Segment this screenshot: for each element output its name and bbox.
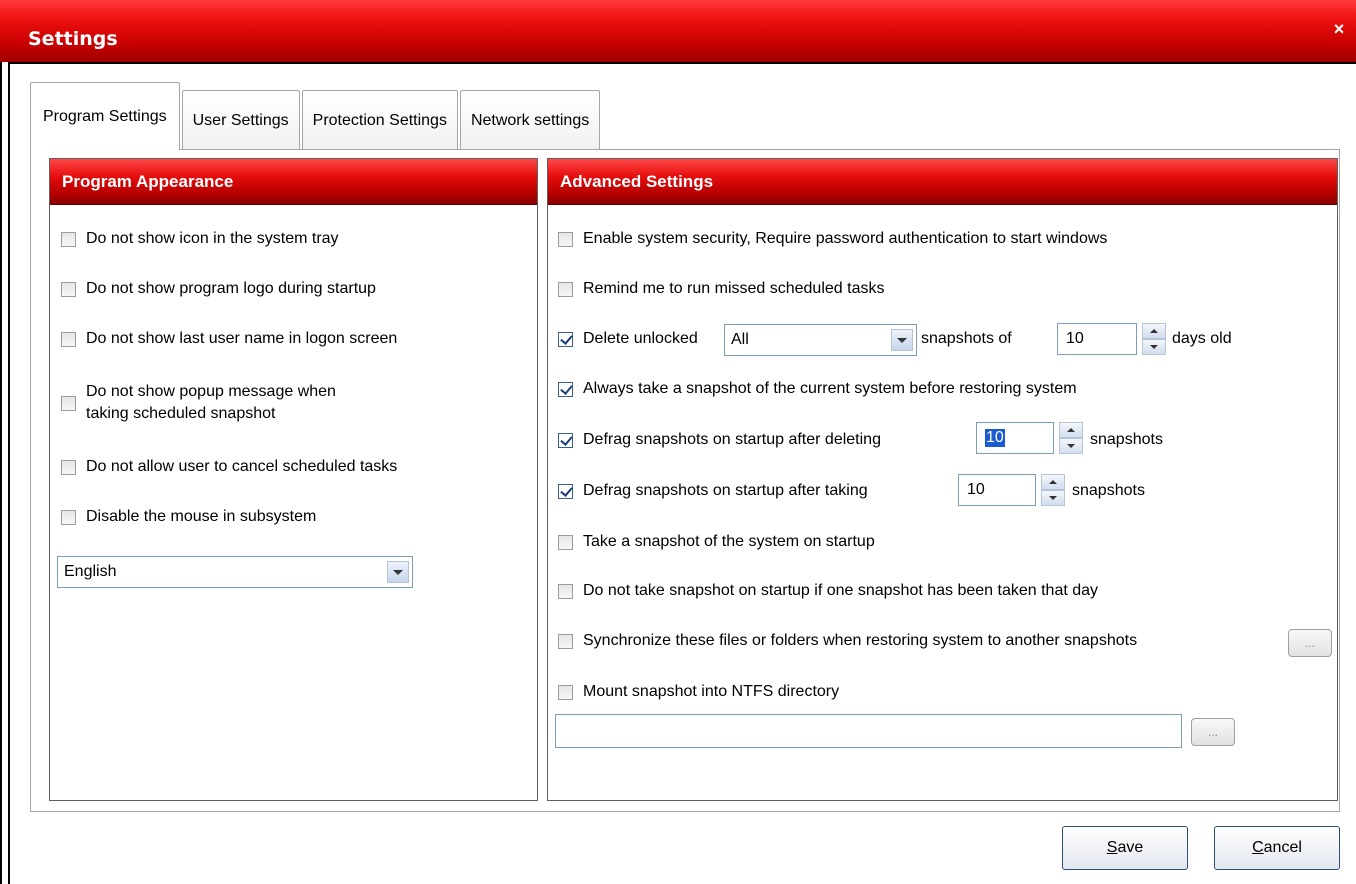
defrag-deleting-suffix: snapshots	[1090, 431, 1163, 448]
option-label-multiline: Do not show popup message when taking sc…	[86, 381, 336, 425]
checkbox[interactable]	[558, 534, 573, 550]
option-defrag-deleting[interactable]: Defrag snapshots on startup after deleti…	[558, 431, 881, 449]
checkbox[interactable]	[61, 509, 76, 525]
defrag-taking-spinner[interactable]	[1041, 474, 1065, 506]
checkbox[interactable]	[61, 281, 76, 297]
option-label: Delete unlocked	[583, 330, 698, 347]
option-label-line1: Do not show popup message when	[86, 383, 336, 400]
checkbox[interactable]	[61, 231, 76, 247]
defrag-deleting-value: 10	[985, 429, 1005, 447]
option-always-snapshot[interactable]: Always take a snapshot of the current sy…	[558, 380, 1077, 398]
tab-network-settings[interactable]: Network settings	[459, 90, 601, 150]
option-label: Enable system security, Require password…	[583, 230, 1108, 247]
spinner-down-icon[interactable]	[1041, 490, 1065, 506]
option-hide-popup-message[interactable]: Do not show popup message when taking sc…	[61, 381, 336, 425]
checkbox[interactable]	[558, 583, 573, 599]
cancel-label: ancel	[1263, 839, 1302, 856]
option-label: Mount snapshot into NTFS directory	[583, 683, 840, 700]
option-label: Do not show program logo during startup	[86, 280, 376, 297]
ntfs-browse-button[interactable]: ...	[1191, 718, 1235, 746]
defrag-taking-input[interactable]: 10	[958, 474, 1036, 506]
option-label: Do not take snapshot on startup if one s…	[583, 582, 1099, 599]
option-hide-tray-icon[interactable]: Do not show icon in the system tray	[61, 230, 339, 248]
defrag-taking-value: 10	[967, 481, 985, 498]
option-label: Always take a snapshot of the current sy…	[583, 380, 1077, 397]
option-remind-missed[interactable]: Remind me to run missed scheduled tasks	[558, 280, 884, 298]
option-hide-last-user[interactable]: Do not show last user name in logon scre…	[61, 330, 397, 348]
close-icon[interactable]: ×	[1328, 18, 1350, 40]
option-label: Synchronize these files or folders when …	[583, 632, 1138, 649]
settings-window: Settings × Program Settings User Setting…	[0, 0, 1356, 884]
days-old-spinner[interactable]	[1142, 323, 1166, 355]
option-snapshot-on-startup[interactable]: Take a snapshot of the system on startup	[558, 533, 875, 551]
option-label: Do not show last user name in logon scre…	[86, 330, 398, 347]
days-old-label: days old	[1172, 330, 1232, 347]
spinner-down-icon[interactable]	[1142, 339, 1166, 355]
program-appearance-panel: Program Appearance	[49, 158, 538, 801]
tab-protection-settings[interactable]: Protection Settings	[301, 90, 458, 150]
spinner-up-icon[interactable]	[1142, 323, 1166, 339]
snapshot-type-value: All	[731, 331, 749, 348]
option-label: Do not allow user to cancel scheduled ta…	[86, 458, 398, 475]
cancel-mnemonic: C	[1252, 839, 1264, 856]
option-delete-unlocked[interactable]: Delete unlocked	[558, 330, 698, 348]
option-enable-security[interactable]: Enable system security, Require password…	[558, 230, 1107, 248]
dropdown-arrow-icon[interactable]	[891, 329, 913, 351]
option-disable-mouse[interactable]: Disable the mouse in subsystem	[61, 508, 316, 526]
tab-user-settings[interactable]: User Settings	[181, 90, 300, 150]
language-select[interactable]: English	[57, 556, 413, 588]
option-label: Remind me to run missed scheduled tasks	[583, 280, 885, 297]
language-value: English	[64, 563, 117, 580]
checkbox[interactable]	[558, 381, 573, 397]
checkbox[interactable]	[61, 459, 76, 475]
option-label-line2: taking scheduled snapshot	[86, 405, 276, 422]
save-mnemonic: S	[1106, 839, 1118, 856]
save-button[interactable]: Save	[1062, 826, 1188, 870]
option-mount-ntfs[interactable]: Mount snapshot into NTFS directory	[558, 683, 839, 701]
option-label: Do not show icon in the system tray	[86, 230, 339, 247]
snapshots-of-label: snapshots of	[921, 330, 1012, 347]
option-no-cancel-tasks[interactable]: Do not allow user to cancel scheduled ta…	[61, 458, 397, 476]
spinner-up-icon[interactable]	[1041, 474, 1065, 490]
window-title: Settings	[28, 28, 118, 50]
synchronize-browse-button[interactable]: ...	[1288, 629, 1332, 657]
tab-program-settings[interactable]: Program Settings	[30, 82, 180, 150]
checkbox[interactable]	[61, 331, 76, 347]
option-defrag-taking[interactable]: Defrag snapshots on startup after taking	[558, 482, 868, 500]
option-label: Disable the mouse in subsystem	[86, 508, 317, 525]
days-old-input[interactable]: 10	[1057, 323, 1137, 355]
window-frame-left	[0, 62, 10, 884]
option-no-snapshot-same-day[interactable]: Do not take snapshot on startup if one s…	[558, 582, 1098, 600]
spinner-up-icon[interactable]	[1059, 422, 1083, 438]
spinner-down-icon[interactable]	[1059, 438, 1083, 454]
program-appearance-header: Program Appearance	[50, 159, 537, 205]
defrag-taking-suffix: snapshots	[1072, 482, 1145, 499]
cancel-button[interactable]: Cancel	[1214, 826, 1340, 870]
checkbox[interactable]	[558, 684, 573, 700]
defrag-deleting-input[interactable]: 10	[976, 422, 1054, 454]
option-label: Defrag snapshots on startup after taking	[583, 482, 868, 499]
advanced-settings-header: Advanced Settings	[548, 159, 1337, 205]
save-label: ave	[1117, 839, 1144, 856]
checkbox[interactable]	[558, 633, 573, 649]
option-hide-program-logo[interactable]: Do not show program logo during startup	[61, 280, 376, 298]
dropdown-arrow-icon[interactable]	[387, 561, 409, 583]
days-old-value: 10	[1066, 330, 1084, 347]
snapshot-type-select[interactable]: All	[724, 324, 917, 356]
defrag-deleting-spinner[interactable]	[1059, 422, 1083, 454]
tab-strip: Program Settings User Settings Protectio…	[30, 82, 602, 150]
checkbox[interactable]	[558, 281, 573, 297]
checkbox[interactable]	[61, 395, 76, 411]
option-synchronize-files[interactable]: Synchronize these files or folders when …	[558, 632, 1137, 650]
checkbox[interactable]	[558, 483, 573, 499]
ntfs-directory-input[interactable]	[555, 714, 1182, 748]
option-label: Defrag snapshots on startup after deleti…	[583, 431, 881, 448]
checkbox[interactable]	[558, 331, 573, 347]
checkbox[interactable]	[558, 432, 573, 448]
advanced-settings-panel: Advanced Settings	[547, 158, 1338, 801]
checkbox[interactable]	[558, 231, 573, 247]
title-bar: Settings ×	[0, 0, 1356, 62]
window-frame-top	[10, 62, 1356, 64]
option-label: Take a snapshot of the system on startup	[583, 533, 875, 550]
